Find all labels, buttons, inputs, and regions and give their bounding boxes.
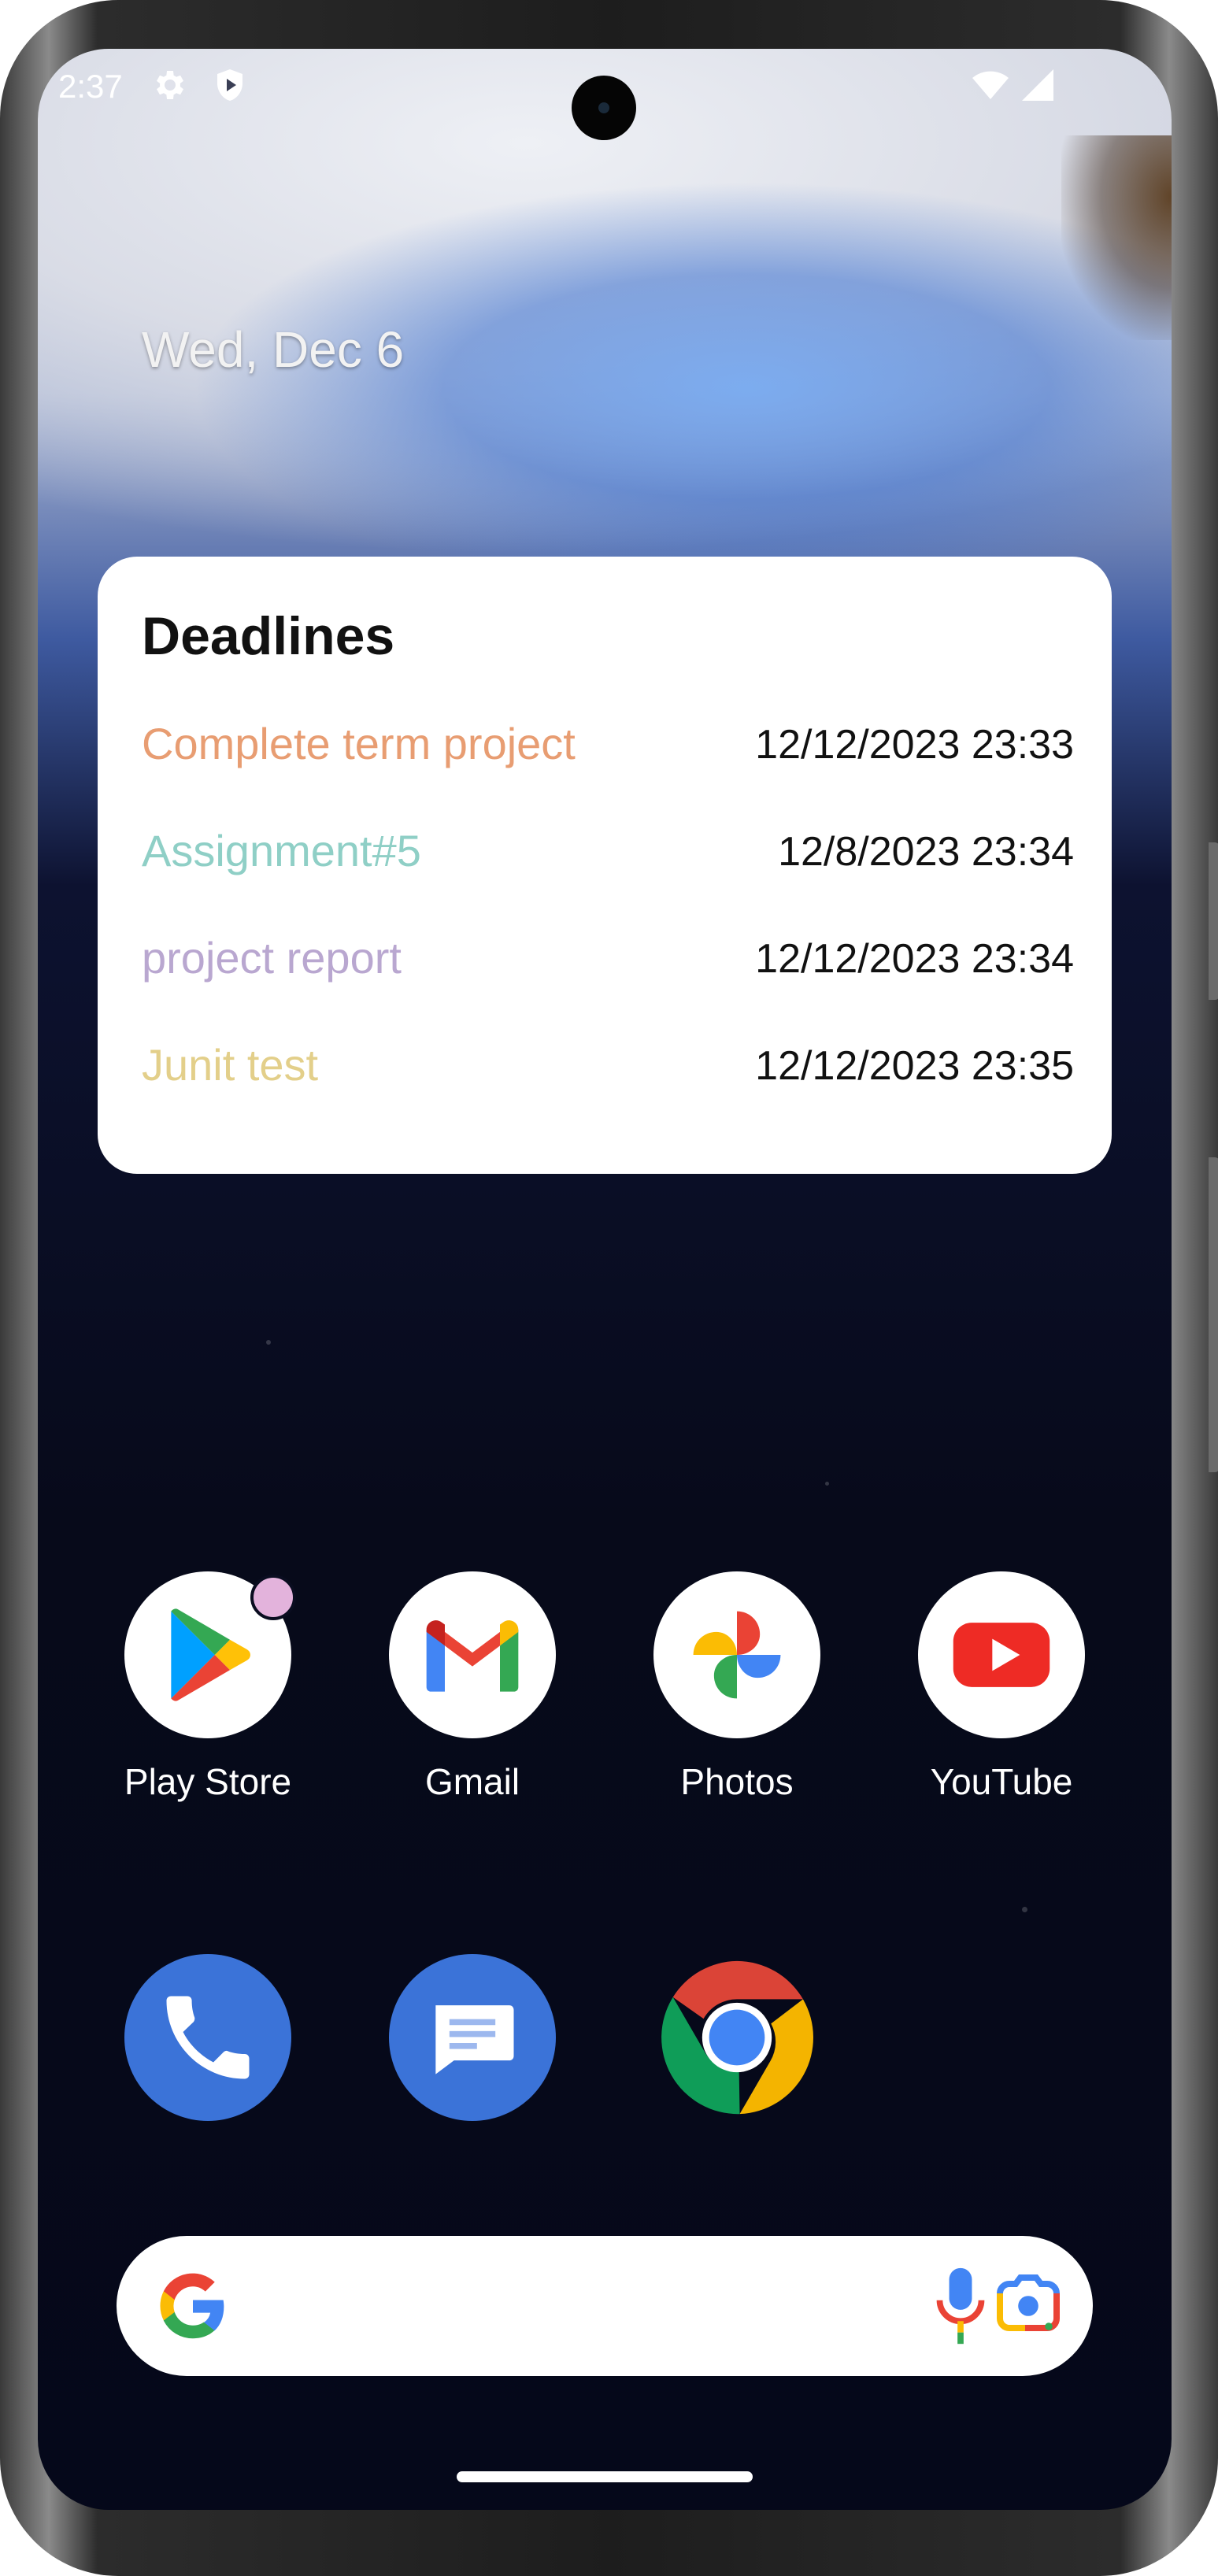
volume-button (1209, 1157, 1218, 1472)
google-search-bar[interactable] (117, 2236, 1093, 2376)
chrome-icon (653, 1954, 820, 2121)
app-youtube[interactable]: YouTube (903, 1571, 1100, 1803)
wallpaper-star (1022, 1907, 1027, 1912)
photos-icon (653, 1571, 820, 1738)
play-store-icon (124, 1571, 296, 1738)
front-camera (572, 76, 636, 140)
app-label: YouTube (930, 1761, 1073, 1802)
status-time: 2:37 (58, 68, 123, 105)
home-screen: 2:37 Wed, Dec 6 Deadlines Complete term … (38, 49, 1172, 2510)
app-gmail[interactable]: Gmail (374, 1571, 571, 1803)
deadline-name: Complete term project (142, 719, 576, 768)
settings-gear-icon (157, 71, 183, 99)
deadline-time: 12/8/2023 23:34 (778, 829, 1074, 875)
app-label: Gmail (424, 1761, 520, 1802)
gmail-icon (389, 1571, 556, 1738)
deadlines-widget[interactable]: Deadlines Complete term project 12/12/20… (98, 557, 1112, 1174)
deadline-time: 12/12/2023 23:33 (755, 722, 1074, 768)
app-label: Play Store (124, 1761, 292, 1802)
wallpaper-star (825, 1482, 829, 1486)
power-button (1209, 842, 1218, 1000)
deadline-name: project report (142, 933, 402, 983)
app-phone[interactable] (109, 1954, 306, 2121)
deadline-name: Assignment#5 (142, 826, 421, 875)
home-date[interactable]: Wed, Dec 6 (142, 320, 404, 379)
deadline-time: 12/12/2023 23:34 (755, 936, 1074, 982)
app-photos[interactable]: Photos (639, 1571, 835, 1803)
app-chrome[interactable] (639, 1954, 835, 2121)
deadline-item[interactable]: project report 12/12/2023 23:34 (142, 932, 1074, 995)
wallpaper-accent (1061, 135, 1172, 340)
shield-play-icon (217, 69, 242, 101)
wifi-icon (972, 71, 1009, 99)
widget-title: Deadlines (142, 606, 395, 666)
deadline-time: 12/12/2023 23:35 (755, 1043, 1074, 1089)
cellular-signal-icon (1022, 69, 1053, 101)
phone-frame: 2:37 Wed, Dec 6 Deadlines Complete term … (0, 0, 1218, 2576)
microphone-icon[interactable] (929, 2264, 992, 2348)
google-g-icon (160, 2273, 224, 2339)
deadline-item[interactable]: Assignment#5 12/8/2023 23:34 (142, 825, 1074, 888)
app-play-store[interactable]: Play Store (109, 1571, 306, 1803)
wallpaper-star (266, 1340, 271, 1345)
deadline-item[interactable]: Complete term project 12/12/2023 23:33 (142, 718, 1074, 781)
deadline-item[interactable]: Junit test 12/12/2023 23:35 (142, 1039, 1074, 1102)
notification-badge (250, 1575, 296, 1620)
app-messages[interactable] (374, 1954, 571, 2121)
messages-icon (389, 1954, 556, 2121)
deadline-name: Junit test (142, 1040, 319, 1090)
google-lens-icon[interactable] (990, 2271, 1066, 2341)
gesture-nav-handle[interactable] (457, 2471, 753, 2482)
app-label: Photos (680, 1761, 794, 1802)
status-bar: 2:37 (38, 49, 1172, 140)
youtube-icon (918, 1571, 1085, 1738)
phone-icon (124, 1954, 291, 2121)
